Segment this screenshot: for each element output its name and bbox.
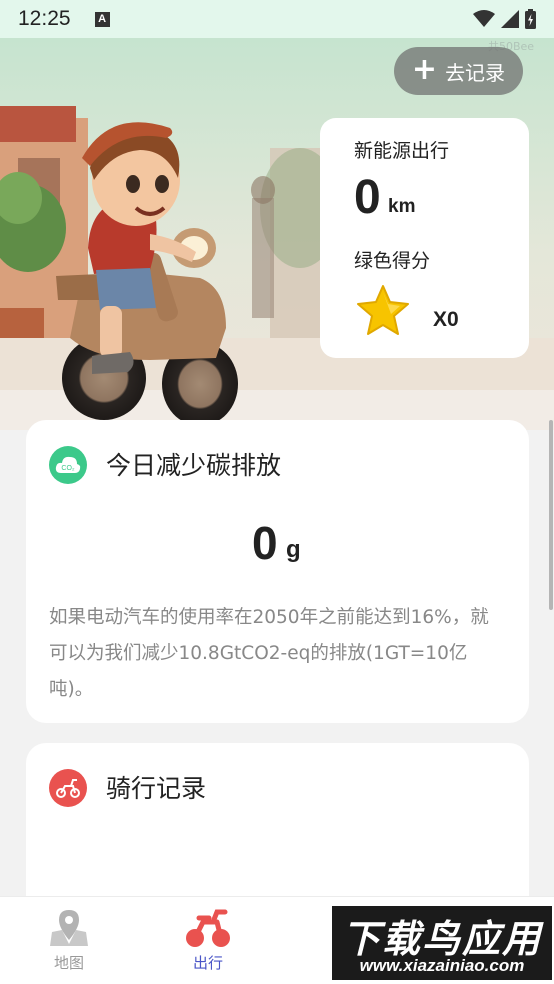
battery-icon: [525, 9, 536, 29]
co2-icon: CO₂: [49, 446, 87, 484]
plus-icon: +: [411, 51, 438, 87]
tab-trip-label: 出行: [192, 954, 223, 972]
green-score-label: 绿色得分: [354, 250, 431, 272]
go-record-label: 去记录: [445, 60, 506, 85]
scooter-icon: [186, 909, 230, 947]
carbon-description: 如果电动汽车的使用率在2050年之前能达到16%，就可以为我们减少10.8GtC…: [49, 607, 489, 700]
tab-trip[interactable]: 出行: [148, 897, 268, 984]
carbon-card-title: 今日减少碳排放: [106, 451, 282, 480]
scrollbar[interactable]: [549, 420, 553, 610]
ride-card-title: 骑行记录: [106, 774, 207, 803]
distance-value: 0: [354, 171, 381, 224]
site-watermark: 下载鸟应用 www.xiazainiao.com: [332, 906, 552, 980]
status-time: 12:25: [18, 7, 71, 30]
go-record-button[interactable]: + 去记录: [394, 47, 523, 95]
tab-map[interactable]: 地图: [9, 897, 129, 984]
watermark-url: www.xiazainiao.com: [359, 956, 525, 975]
star-icon: [357, 285, 409, 335]
travel-stats-card: 新能源出行 0 km 绿色得分 X0: [320, 118, 529, 358]
new-energy-label: 新能源出行: [354, 140, 450, 162]
scooter-badge-icon: [49, 769, 87, 807]
tab-map-label: 地图: [53, 954, 84, 972]
watermark-title: 下载鸟应用: [341, 917, 542, 961]
carbon-reduction-card: CO₂ 今日减少碳排放 0 g 如果电动汽车的使用率在2050年之前能达到16%…: [26, 420, 529, 723]
status-bar: 12:25 A: [0, 0, 554, 38]
map-pin-icon: [50, 910, 88, 946]
carbon-value: 0: [252, 517, 278, 569]
co2-icon-label: CO₂: [61, 465, 75, 472]
score-value: X0: [433, 308, 459, 331]
carbon-unit: g: [286, 536, 301, 563]
distance-unit: km: [388, 196, 416, 217]
signal-icon: [501, 10, 519, 28]
notification-icon: A: [94, 11, 110, 27]
status-icons: [473, 9, 536, 29]
wifi-icon: [473, 10, 495, 27]
